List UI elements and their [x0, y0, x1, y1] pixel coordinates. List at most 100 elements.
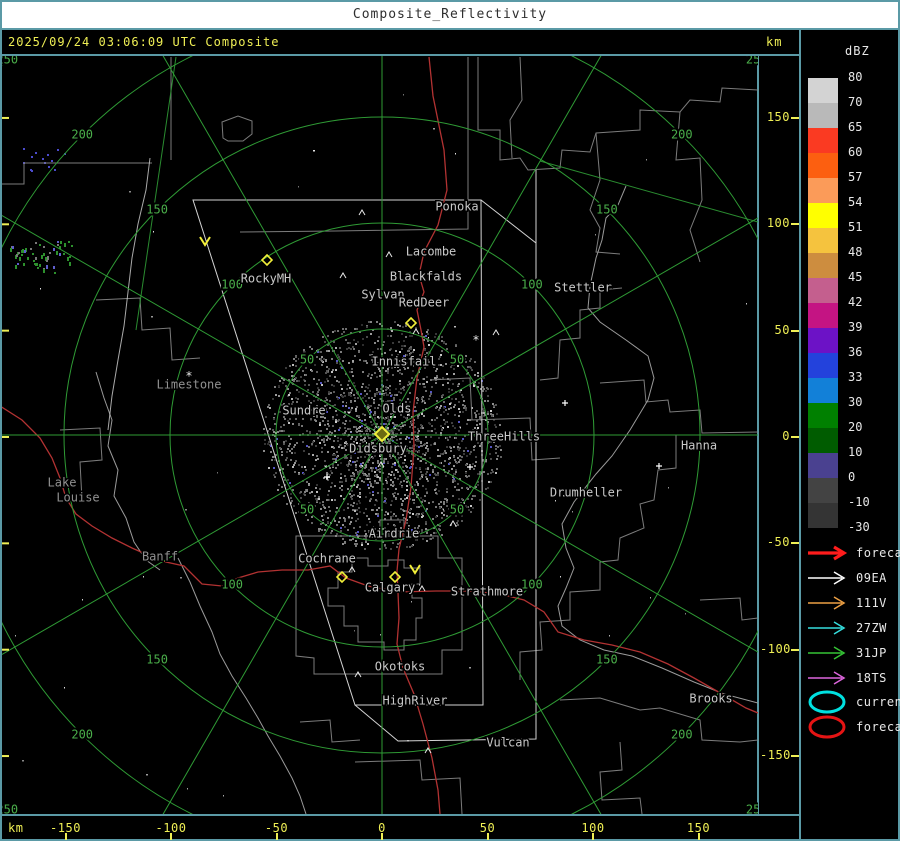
legend-label: 31JP: [856, 646, 887, 660]
legend-label: 18TS: [856, 671, 887, 685]
legend-arrow-18TS: [806, 670, 852, 686]
legend-label: 27ZW: [856, 621, 887, 635]
ring-distance-label: 50: [450, 353, 464, 367]
y-axis-label: -50: [760, 535, 790, 549]
x-axis-tick: [381, 833, 383, 840]
y-axis-tick: [791, 436, 799, 438]
y-axis-tick: [791, 330, 799, 332]
yellow-arrow-marker: [410, 565, 420, 573]
ring-distance-label: 150: [146, 203, 168, 217]
dbz-color-block: [808, 328, 838, 353]
city-label-rockymh: RockyMH: [241, 272, 292, 286]
city-label-blackfalds: Blackfalds: [390, 270, 462, 284]
dbz-color-block: [808, 353, 838, 378]
ring-distance-label: 200: [71, 128, 93, 142]
dbz-scale-label: 51: [848, 220, 892, 234]
dbz-color-block: [808, 203, 838, 228]
dbz-color-block: [808, 378, 838, 403]
ring-distance-label: 200: [671, 727, 693, 741]
dbz-scale-label: 30: [848, 395, 892, 409]
city-label-threehills: ThreeHills: [468, 430, 540, 444]
x-axis: km -150-100-50050100150: [0, 816, 800, 839]
legend-label: forecast: [856, 720, 900, 734]
ring-distance-label: 250: [0, 53, 18, 67]
legend-label: forecast: [856, 546, 900, 560]
ring-distance-label: 150: [596, 652, 618, 666]
x-axis-tick: [170, 833, 172, 840]
dbz-scale-label: 20: [848, 420, 892, 434]
city-label-stettler: Stettler: [554, 281, 612, 295]
city-label-drumheller: Drumheller: [550, 486, 622, 500]
dbz-color-block: [808, 253, 838, 278]
dbz-color-block: [808, 128, 838, 153]
dbz-color-block: [808, 503, 838, 528]
y-axis-label: -100: [760, 642, 790, 656]
ring-distance-label: 150: [146, 652, 168, 666]
x-axis-tick: [698, 833, 700, 840]
city-label-okotoks: Okotoks: [375, 660, 426, 674]
dbz-scale-label: 57: [848, 170, 892, 184]
dbz-color-block: [808, 228, 838, 253]
legend-ellipse-current: [806, 688, 854, 716]
city-label-airdrie: Airdrie: [369, 527, 420, 541]
ring-distance-label: 50: [300, 502, 314, 516]
y-axis-label: 100: [760, 216, 790, 230]
city-label-vulcan: Vulcan: [486, 736, 529, 750]
city-label-cochrane: Cochrane: [298, 552, 356, 566]
dbz-color-block: [808, 153, 838, 178]
dbz-color-block: [808, 303, 838, 328]
city-label-sundre: Sundre: [282, 404, 325, 418]
dbz-scale-label: 48: [848, 245, 892, 259]
legend-arrow-09EA: [806, 570, 852, 586]
y-axis-tick: [791, 755, 799, 757]
city-label-didsbury: Didsbury: [349, 442, 407, 456]
dbz-scale-label: 10: [848, 445, 892, 459]
city-label-ponoka: Ponoka: [435, 200, 478, 214]
ring-distance-label: 250: [0, 802, 18, 816]
city-label-reddeer: RedDeer: [399, 296, 450, 310]
city-label-hanna: Hanna: [681, 439, 717, 453]
x-axis-tick: [65, 833, 67, 840]
ring-distance-label: 100: [521, 278, 543, 292]
dbz-color-block: [808, 103, 838, 128]
legend-arrow-31JP: [806, 645, 852, 661]
dbz-scale-label: 60: [848, 145, 892, 159]
dbz-scale-label: 45: [848, 270, 892, 284]
dbz-scale-label: 39: [848, 320, 892, 334]
y-axis-label: 150: [760, 110, 790, 124]
dbz-color-block: [808, 478, 838, 503]
y-axis-tick: [791, 117, 799, 119]
y-axis-tick: [791, 649, 799, 651]
city-label-highriver: HighRiver: [382, 694, 447, 708]
city-label-calgary: Calgary: [365, 581, 416, 595]
x-axis-tick: [487, 833, 489, 840]
dbz-scale-label: -30: [848, 520, 892, 534]
x-axis-tick: [276, 833, 278, 840]
legend-ellipse-forecast: [806, 713, 854, 741]
dbz-scale-label: -10: [848, 495, 892, 509]
y-axis-tick: [791, 542, 799, 544]
ring-distance-label: 50: [300, 353, 314, 367]
city-label-lake: Lake: [48, 476, 77, 490]
dbz-color-block: [808, 178, 838, 203]
city-label-brooks: Brooks: [689, 692, 732, 706]
unit-label-bottom: km: [8, 821, 23, 835]
city-label-banff: Banff: [142, 550, 178, 564]
dbz-scale-label: 65: [848, 120, 892, 134]
city-label-strathmore: Strathmore: [451, 585, 523, 599]
dbz-scale-label: 36: [848, 345, 892, 359]
legend-arrow-111V: [806, 595, 852, 611]
dbz-color-block: [808, 278, 838, 303]
y-axis-label: 50: [760, 323, 790, 337]
legend-label: 111V: [856, 596, 887, 610]
dbz-color-block: [808, 428, 838, 453]
legend-label: current: [856, 695, 900, 709]
scale-title: dBZ: [845, 44, 870, 58]
legend-arrow-27ZW: [806, 620, 852, 636]
ring-distance-label: 100: [221, 278, 243, 292]
dbz-scale-label: 0: [848, 470, 892, 484]
dbz-scale-label: 80: [848, 70, 892, 84]
dbz-scale-label: 70: [848, 95, 892, 109]
dbz-color-block: [808, 453, 838, 478]
city-label-innisfail: Innisfail: [371, 355, 436, 369]
